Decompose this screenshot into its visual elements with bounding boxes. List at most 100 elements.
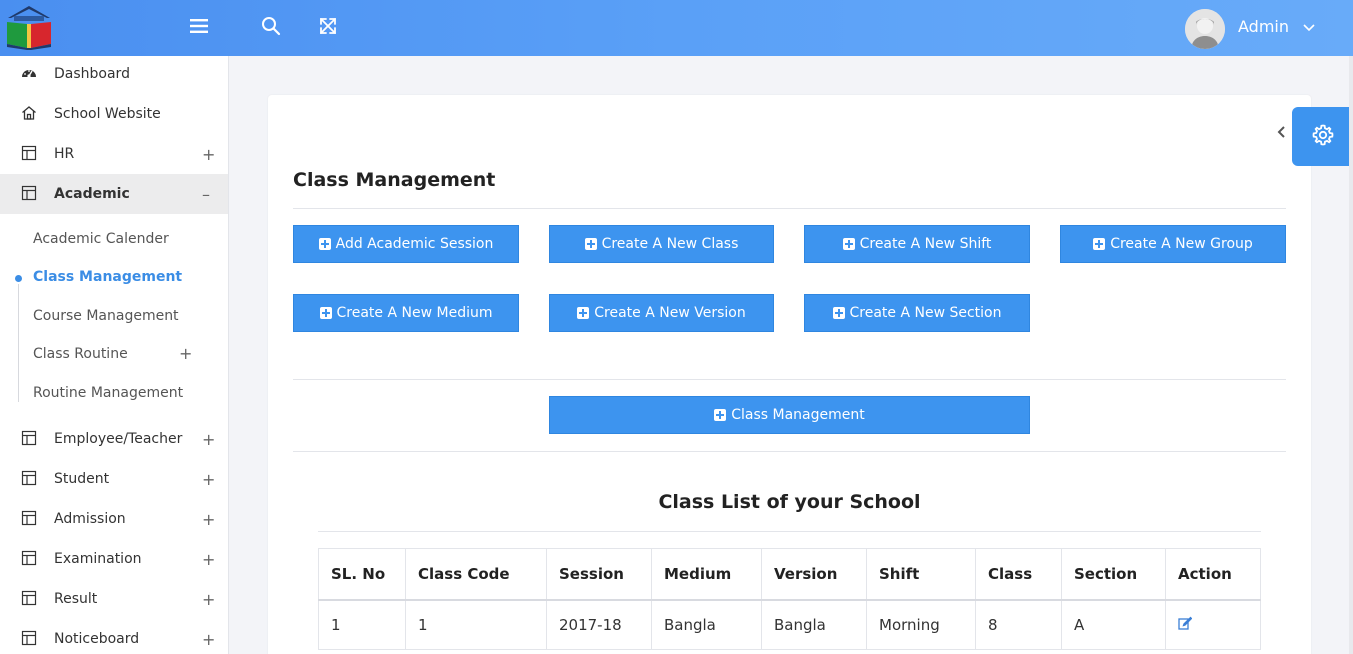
- column-header: Session: [546, 548, 652, 601]
- submenu-item-routine-management[interactable]: Routine Management: [33, 385, 183, 401]
- sidebar-item-label: Academic: [54, 186, 130, 202]
- sidebar-item-admission[interactable]: Admission +: [0, 499, 228, 539]
- button-label: Add Academic Session: [335, 236, 494, 252]
- sidebar-item-student[interactable]: Student +: [0, 459, 228, 499]
- expand-toggle[interactable]: +: [202, 145, 215, 164]
- settings-panel-toggle[interactable]: [1292, 107, 1353, 166]
- avatar[interactable]: [1185, 9, 1225, 49]
- class-list-table: SL. No Class Code Session Medium Version…: [318, 548, 1261, 650]
- search-icon[interactable]: [259, 14, 283, 38]
- plus-square-icon: [1093, 238, 1106, 250]
- table-cell: 8: [975, 599, 1062, 650]
- table-icon: [21, 185, 37, 201]
- sidebar-item-academic[interactable]: Academic –: [0, 174, 228, 214]
- chevron-left-icon[interactable]: [1276, 124, 1288, 138]
- chevron-down-icon[interactable]: [1302, 17, 1318, 37]
- button-label: Create A New Medium: [336, 305, 493, 321]
- school-book-logo-icon[interactable]: [5, 4, 53, 50]
- divider: [293, 208, 1286, 209]
- plus-square-icon: [318, 238, 331, 250]
- column-header: Section: [1061, 548, 1166, 601]
- submenu-item-class-routine[interactable]: Class Routine: [33, 346, 128, 362]
- table-cell: [1165, 599, 1261, 650]
- sidebar-item-dashboard[interactable]: Dashboard: [0, 56, 228, 94]
- gear-icon: [1312, 124, 1334, 150]
- sidebar-item-label: Noticeboard: [54, 631, 140, 647]
- plus-square-icon: [319, 307, 332, 319]
- sidebar-item-label: Result: [54, 591, 98, 607]
- table-cell: A: [1061, 599, 1166, 650]
- sidebar-item-label: Employee/Teacher: [54, 431, 183, 447]
- hamburger-icon[interactable]: [187, 14, 211, 38]
- button-label: Create A New Group: [1110, 236, 1253, 252]
- edit-icon[interactable]: [1178, 616, 1193, 630]
- create-shift-button[interactable]: Create A New Shift: [804, 225, 1030, 263]
- create-group-button[interactable]: Create A New Group: [1060, 225, 1286, 263]
- table-icon: [21, 590, 37, 606]
- create-section-button[interactable]: Create A New Section: [804, 294, 1030, 332]
- table-cell: 2017-18: [546, 599, 652, 650]
- expand-toggle[interactable]: +: [202, 590, 215, 609]
- button-label: Class Management: [731, 407, 865, 423]
- expand-icon[interactable]: [316, 14, 340, 38]
- column-header: Shift: [866, 548, 976, 601]
- submenu-item-course-management[interactable]: Course Management: [33, 308, 179, 324]
- expand-toggle[interactable]: +: [202, 470, 215, 489]
- user-name[interactable]: Admin: [1238, 17, 1289, 36]
- submenu-item-class-management[interactable]: Class Management: [33, 269, 182, 285]
- sidebar-item-label: Dashboard: [54, 66, 130, 82]
- button-label: Create A New Class: [601, 236, 739, 252]
- sidebar-item-examination[interactable]: Examination +: [0, 539, 228, 579]
- expand-toggle[interactable]: +: [202, 630, 215, 649]
- divider: [293, 451, 1286, 452]
- top-navbar: Admin: [0, 0, 1353, 56]
- sidebar-item-employee-teacher[interactable]: Employee/Teacher +: [0, 419, 228, 459]
- sidebar-item-noticeboard[interactable]: Noticeboard +: [0, 619, 228, 654]
- plus-square-icon: [842, 238, 855, 250]
- create-version-button[interactable]: Create A New Version: [549, 294, 774, 332]
- create-medium-button[interactable]: Create A New Medium: [293, 294, 519, 332]
- sidebar-item-label: School Website: [54, 106, 161, 122]
- sidebar-item-label: HR: [54, 146, 75, 162]
- plus-square-icon: [714, 409, 727, 421]
- table-cell: 1: [318, 599, 406, 650]
- sidebar-item-school-website[interactable]: School Website: [0, 94, 228, 134]
- sidebar-item-label: Admission: [54, 511, 126, 527]
- plus-square-icon: [577, 307, 590, 319]
- plus-square-icon: [584, 238, 597, 250]
- home-icon: [21, 105, 37, 121]
- collapse-toggle[interactable]: –: [202, 185, 210, 204]
- expand-toggle[interactable]: +: [202, 510, 215, 529]
- table-icon: [21, 510, 37, 526]
- sidebar-item-label: Examination: [54, 551, 142, 567]
- add-academic-session-button[interactable]: Add Academic Session: [293, 225, 519, 263]
- column-header: Class Code: [405, 548, 547, 601]
- expand-toggle[interactable]: +: [202, 550, 215, 569]
- expand-toggle[interactable]: +: [179, 344, 192, 363]
- main-card: Class Management Add Academic Session Cr…: [268, 95, 1311, 654]
- table-icon: [21, 430, 37, 446]
- submenu-line: [18, 284, 19, 402]
- table-icon: [21, 630, 37, 646]
- button-label: Create A New Version: [594, 305, 746, 321]
- table-cell: Bangla: [761, 599, 867, 650]
- sidebar: Dashboard School Website HR + Academic –…: [0, 56, 229, 654]
- table-icon: [21, 145, 37, 161]
- active-dot: [15, 275, 22, 282]
- sidebar-item-hr[interactable]: HR +: [0, 134, 228, 174]
- table-icon: [21, 470, 37, 486]
- sidebar-item-result[interactable]: Result +: [0, 579, 228, 619]
- page-title: Class Management: [293, 169, 496, 191]
- column-header: Class: [975, 548, 1062, 601]
- table-row: 1 1 2017-18 Bangla Bangla Morning 8 A: [318, 599, 1261, 650]
- button-label: Create A New Section: [849, 305, 1002, 321]
- scrollbar[interactable]: [1349, 56, 1353, 654]
- divider: [318, 531, 1261, 532]
- sidebar-item-label: Student: [54, 471, 110, 487]
- create-class-button[interactable]: Create A New Class: [549, 225, 774, 263]
- divider: [293, 379, 1286, 380]
- submenu-item-academic-calender[interactable]: Academic Calender: [33, 231, 169, 247]
- column-header: Action: [1165, 548, 1261, 601]
- class-management-button[interactable]: Class Management: [549, 396, 1030, 434]
- expand-toggle[interactable]: +: [202, 430, 215, 449]
